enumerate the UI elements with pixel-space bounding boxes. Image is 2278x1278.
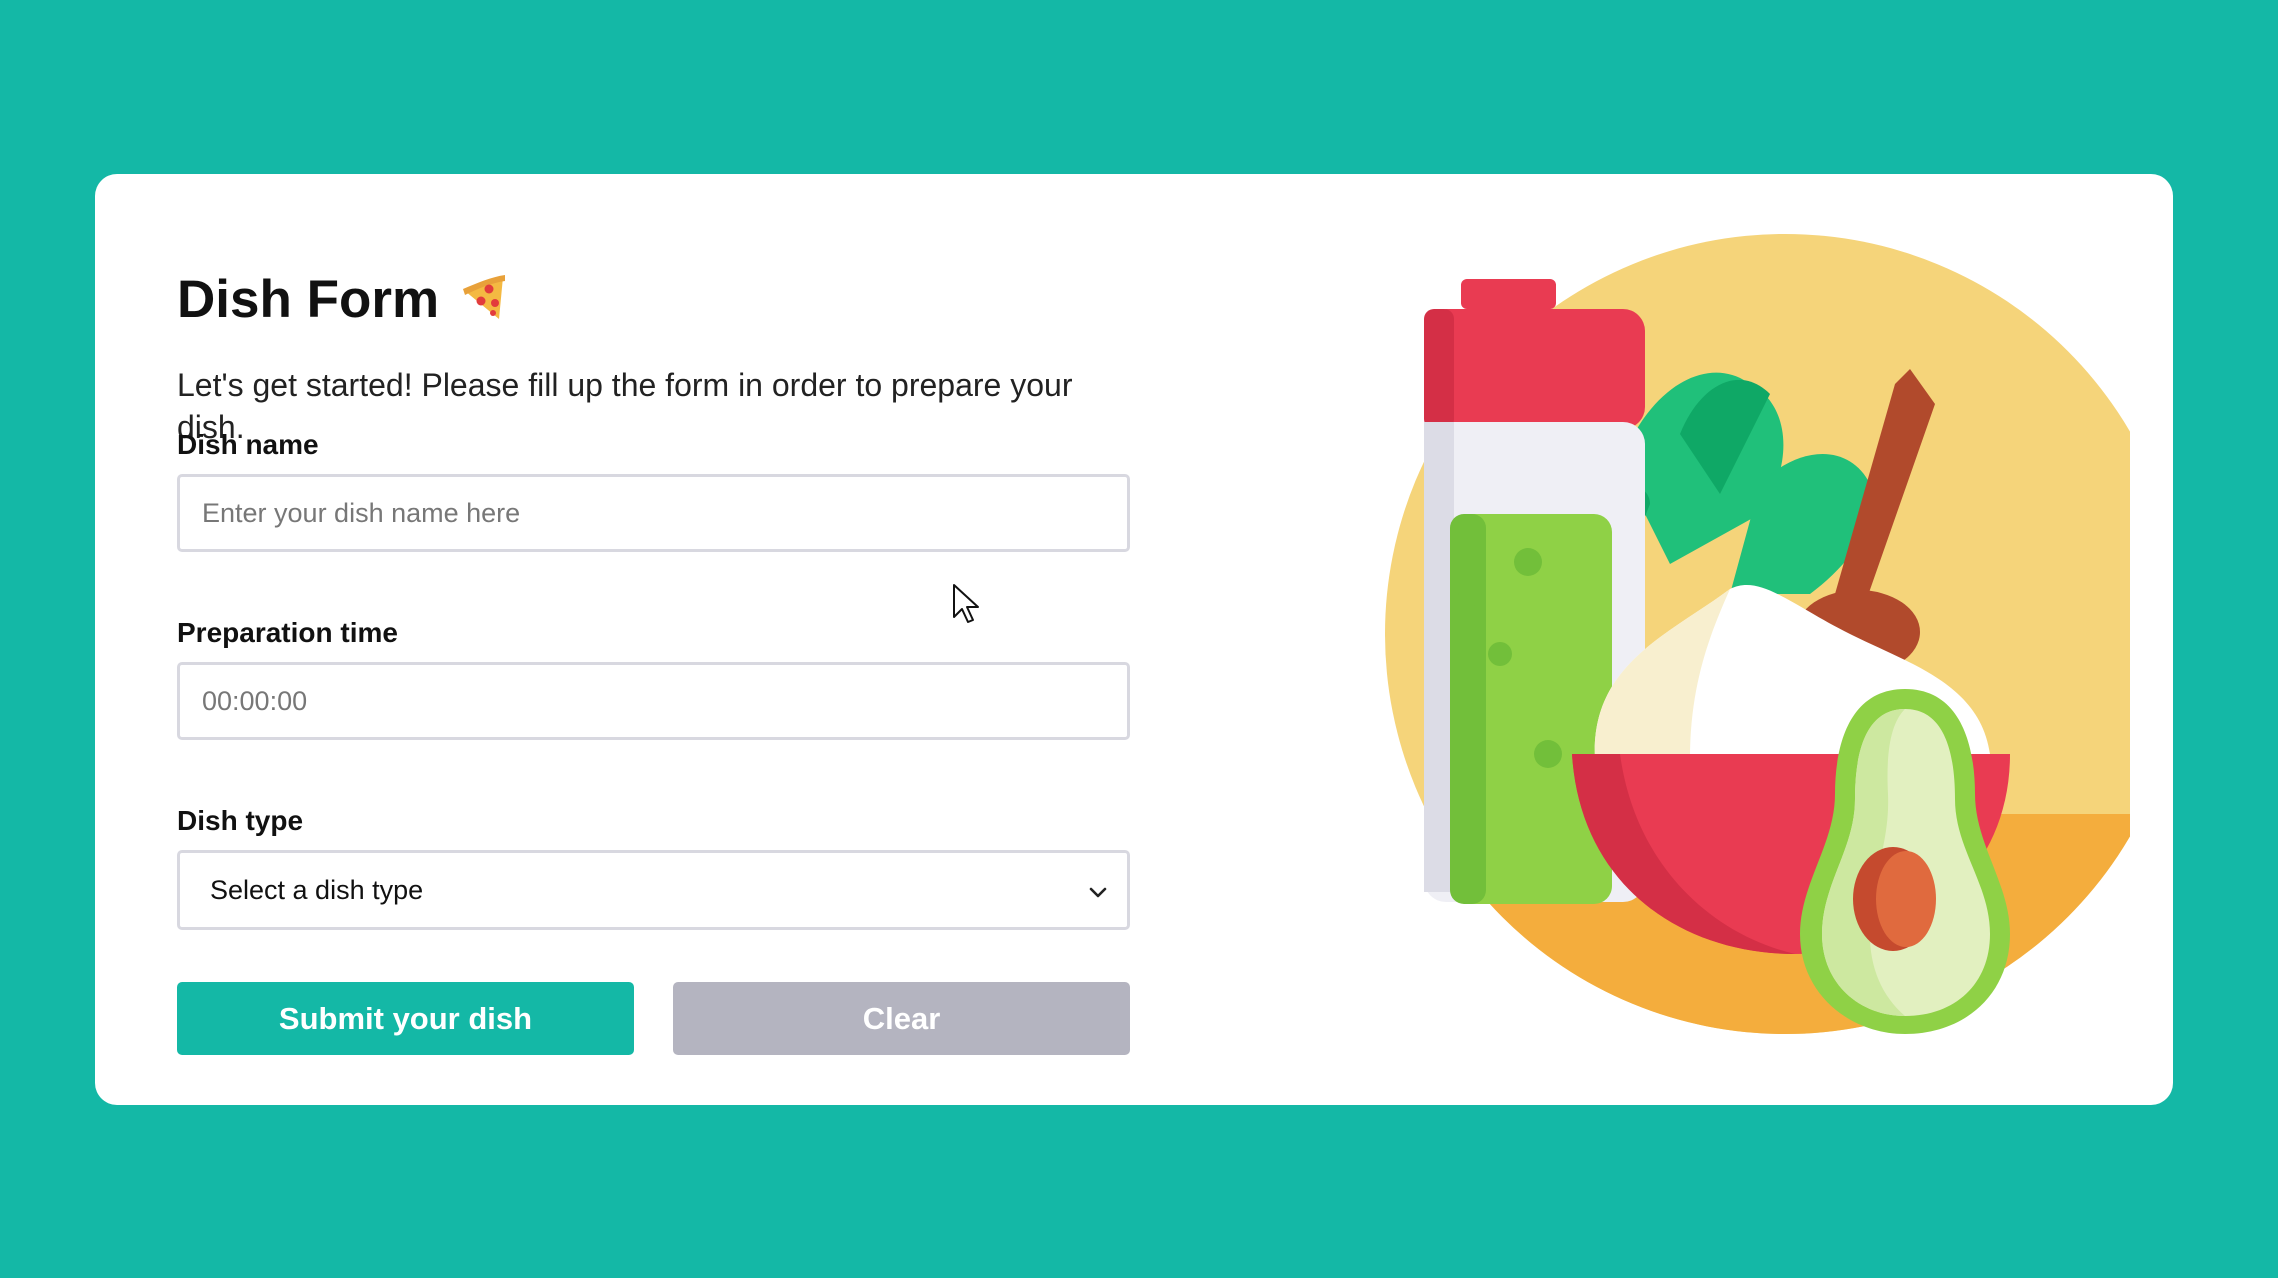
clear-button[interactable]: Clear (673, 982, 1130, 1055)
prep-time-label: Preparation time (177, 617, 398, 648)
submit-button[interactable]: Submit your dish (177, 982, 634, 1055)
food-illustration (1290, 234, 2185, 1074)
prep-time-input[interactable] (177, 662, 1130, 740)
title-text: Dish Form (177, 269, 440, 329)
page-title: Dish Form (177, 264, 1130, 334)
dish-type-selected-value: Select a dish type (210, 874, 424, 905)
form-subtitle: Let's get started! Please fill up the fo… (177, 367, 1073, 445)
dish-name-label: Dish name (177, 429, 319, 460)
dish-form: Dish Form Let's get started! Please fill… (177, 264, 1130, 1055)
mouse-cursor-icon (953, 584, 979, 623)
form-card: Dish Form Let's get started! Please fill… (95, 174, 2185, 1105)
chevron-down-icon (1087, 879, 1109, 901)
dish-type-label: Dish type (177, 805, 304, 836)
dish-name-input[interactable] (177, 474, 1130, 552)
dish-type-select[interactable]: Select a dish type (177, 850, 1130, 930)
pizza-icon (459, 271, 511, 327)
form-actions: Submit your dish Clear (177, 982, 1130, 1055)
